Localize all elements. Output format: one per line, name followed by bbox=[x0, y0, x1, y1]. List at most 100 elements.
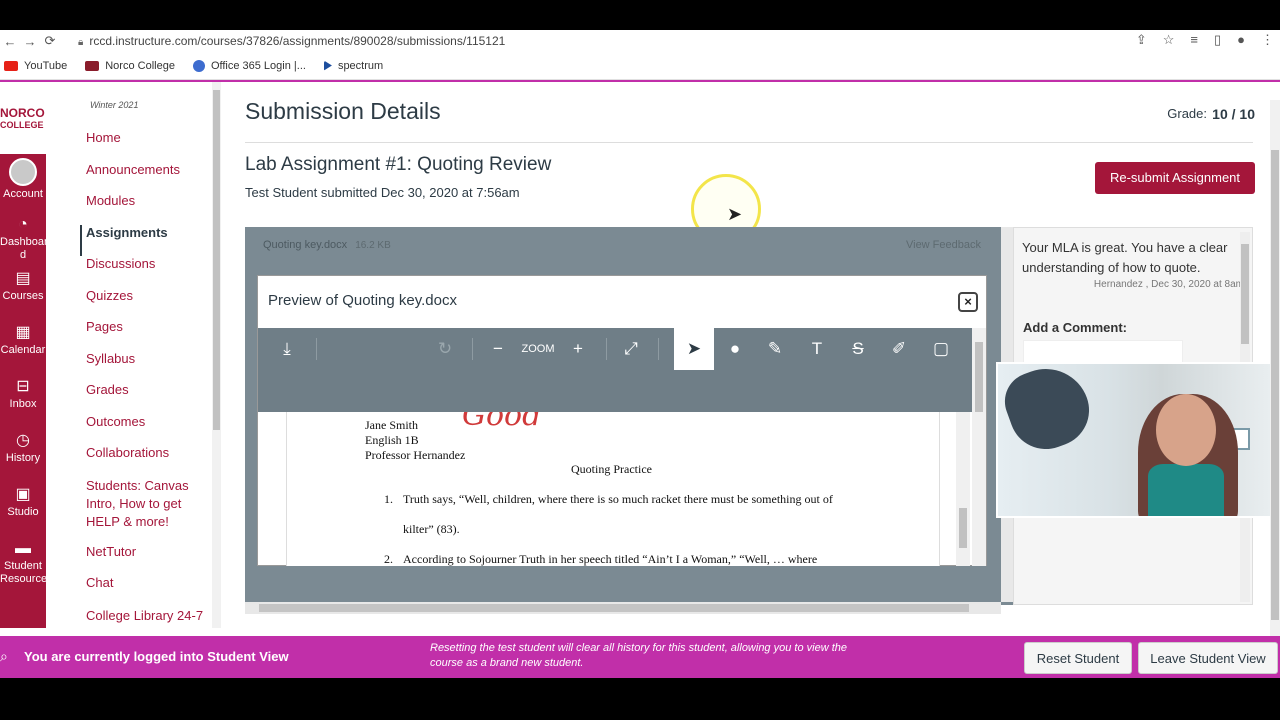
reload-icon[interactable]: ⟳ bbox=[40, 33, 60, 49]
leave-student-view-button[interactable]: Leave Student View bbox=[1138, 642, 1278, 674]
comment-author: Hernandez , Dec 30, 2020 at 8am bbox=[1093, 279, 1244, 290]
bookmark-youtube[interactable]: YouTube bbox=[4, 60, 67, 72]
course-nav-discussions[interactable]: Discussions bbox=[86, 256, 216, 288]
course-nav-home[interactable]: Home bbox=[86, 130, 216, 162]
canvas-page: NORCO COLLEGE Account ◔ Dashboar d ▤ Courses… bbox=[0, 80, 1280, 628]
annotation-toolbar: ⤓ ↻ − ZOOM + ⤢ ➤ ● ✎ T S ✐ ▢ bbox=[258, 328, 972, 412]
global-nav-courses[interactable]: ▤ Courses bbox=[0, 264, 46, 318]
document-horizontal-scrollbar[interactable] bbox=[245, 602, 1001, 614]
doc-header-name: Jane Smith bbox=[365, 418, 418, 432]
strikeout-tool-icon[interactable]: S bbox=[841, 328, 875, 370]
lock-icon: 🔒︎ bbox=[78, 37, 84, 48]
page-scrollbar[interactable] bbox=[956, 412, 970, 566]
course-nav-grades[interactable]: Grades bbox=[86, 382, 216, 414]
course-nav-scrollbar[interactable] bbox=[212, 82, 221, 628]
page-title: Submission Details bbox=[245, 98, 441, 124]
chat-icon: ▬ bbox=[15, 540, 31, 557]
college-logo[interactable]: NORCO COLLEGE bbox=[0, 82, 46, 154]
preview-modal: Preview of Quoting key.docx × ⤓ ↻ − ZOOM… bbox=[257, 275, 987, 566]
menu-icon[interactable]: ⋮ bbox=[1261, 32, 1274, 48]
modal-title: Preview of Quoting key.docx bbox=[268, 292, 457, 309]
global-nav-studio[interactable]: ▣ Studio bbox=[0, 480, 46, 534]
reset-student-button[interactable]: Reset Student bbox=[1024, 642, 1132, 674]
bookmark-office365[interactable]: Office 365 Login |... bbox=[192, 59, 306, 72]
profile-icon[interactable]: ● bbox=[1237, 32, 1245, 48]
draw-tool-icon[interactable]: ✐ bbox=[882, 328, 916, 370]
back-icon[interactable]: ← bbox=[0, 34, 20, 49]
bookmark-norco[interactable]: Norco College bbox=[85, 60, 175, 72]
resubmit-button[interactable]: Re-submit Assignment bbox=[1095, 162, 1255, 194]
star-icon[interactable]: ☆ bbox=[1163, 32, 1175, 48]
global-nav-history[interactable]: ◷ History bbox=[0, 426, 46, 480]
global-nav-inbox[interactable]: ⊟ Inbox bbox=[0, 372, 46, 426]
modal-header: Preview of Quoting key.docx × bbox=[258, 276, 986, 326]
document-viewer: Quoting key.docx 16.2 KB View Feedback P… bbox=[245, 227, 1013, 614]
file-name[interactable]: Quoting key.docx bbox=[263, 239, 347, 251]
handwritten-annotation: Good bbox=[462, 412, 542, 433]
course-nav-collaborations[interactable]: Collaborations bbox=[86, 445, 216, 477]
norco-icon bbox=[85, 60, 100, 71]
clock-icon: ◷ bbox=[16, 432, 30, 449]
forward-icon[interactable]: → bbox=[20, 34, 40, 49]
close-icon[interactable]: × bbox=[958, 292, 978, 312]
view-feedback-link[interactable]: View Feedback bbox=[906, 239, 981, 251]
doc-item-number: 2. bbox=[384, 552, 393, 566]
share-icon[interactable]: ⇪ bbox=[1136, 32, 1147, 48]
global-nav-dashboard[interactable]: ◔ Dashboar d bbox=[0, 210, 48, 264]
url-field[interactable]: 🔒︎ rccd.instructure.com/courses/37826/ass… bbox=[78, 34, 505, 48]
spectrum-icon bbox=[323, 60, 332, 71]
global-nav: NORCO COLLEGE Account ◔ Dashboar d ▤ Courses… bbox=[0, 82, 53, 628]
book-icon: ▤ bbox=[15, 270, 31, 287]
doc-item-text: According to Sojourner Truth in her spee… bbox=[403, 552, 818, 566]
doc-heading: Quoting Practice bbox=[571, 462, 652, 476]
bookmarks-bar: YouTube Norco College Office 365 Login |… bbox=[0, 52, 1280, 80]
file-size: 16.2 KB bbox=[355, 239, 391, 251]
dashboard-icon: ◔ bbox=[18, 216, 28, 233]
area-tool-icon[interactable]: ▢ bbox=[924, 328, 958, 370]
grade-value: 10 / 10 bbox=[1212, 106, 1255, 122]
zoom-in-icon[interactable]: + bbox=[562, 328, 594, 370]
page-scrollbar-right[interactable] bbox=[1270, 100, 1280, 640]
fullscreen-icon[interactable]: ⤢ bbox=[614, 328, 648, 370]
doc-item-number: 1. bbox=[384, 492, 393, 506]
text-tool-icon[interactable]: T bbox=[800, 328, 834, 370]
student-view-message: You are currently logged into Student Vi… bbox=[24, 649, 289, 664]
download-icon[interactable]: ⤓ bbox=[270, 328, 304, 370]
rotate-icon[interactable]: ↻ bbox=[428, 328, 462, 370]
doc-header-professor: Professor Hernandez bbox=[365, 448, 466, 462]
course-nav-announcements[interactable]: Announcements bbox=[86, 162, 216, 194]
course-nav-modules[interactable]: Modules bbox=[86, 193, 216, 225]
term-label: Winter 2021 bbox=[90, 100, 139, 110]
office-icon bbox=[192, 59, 205, 72]
split-icon[interactable]: ▯ bbox=[1214, 32, 1221, 48]
select-tool-icon[interactable]: ➤ bbox=[674, 328, 714, 370]
course-nav-canvas-intro[interactable]: Students: Canvas Intro, How to get HELP … bbox=[86, 477, 216, 544]
course-nav-syllabus[interactable]: Syllabus bbox=[86, 351, 216, 383]
studio-icon: ▣ bbox=[15, 486, 31, 503]
course-nav-nettutor[interactable]: NetTutor bbox=[86, 544, 216, 576]
course-nav-quizzes[interactable]: Quizzes bbox=[86, 288, 216, 320]
course-nav-assignments[interactable]: Assignments bbox=[80, 224, 216, 256]
course-nav-pages[interactable]: Pages bbox=[86, 319, 216, 351]
inbox-icon: ⊟ bbox=[16, 378, 30, 395]
point-tool-icon[interactable]: ● bbox=[718, 328, 752, 370]
user-icon bbox=[9, 158, 37, 186]
media-icon[interactable]: ≡ bbox=[1190, 32, 1198, 48]
global-nav-resources[interactable]: ▬ Student Resources bbox=[0, 534, 53, 588]
course-nav-library[interactable]: College Library 24-7 Access bbox=[86, 607, 216, 629]
assignment-title: Lab Assignment #1: Quoting Review bbox=[245, 154, 552, 175]
highlight-tool-icon[interactable]: ✎ bbox=[758, 328, 792, 370]
student-view-note: Resetting the test student will clear al… bbox=[430, 642, 847, 669]
zoom-label: ZOOM bbox=[521, 343, 555, 355]
toolbar-scrollbar[interactable] bbox=[972, 328, 986, 566]
divider bbox=[245, 142, 1253, 143]
global-nav-account[interactable]: Account bbox=[0, 154, 46, 210]
global-nav-calendar[interactable]: ▦ Calendar bbox=[0, 318, 46, 372]
student-view-bar: ⌕ You are currently logged into Student … bbox=[0, 636, 1280, 678]
course-nav-chat[interactable]: Chat bbox=[86, 575, 216, 607]
bookmark-spectrum[interactable]: spectrum bbox=[323, 60, 383, 72]
zoom-out-icon[interactable]: − bbox=[482, 328, 514, 370]
document-page: Good Jane Smith English 1B Professor Her… bbox=[286, 412, 940, 566]
url-text: rccd.instructure.com/courses/37826/assig… bbox=[89, 34, 506, 48]
course-nav-outcomes[interactable]: Outcomes bbox=[86, 414, 216, 446]
